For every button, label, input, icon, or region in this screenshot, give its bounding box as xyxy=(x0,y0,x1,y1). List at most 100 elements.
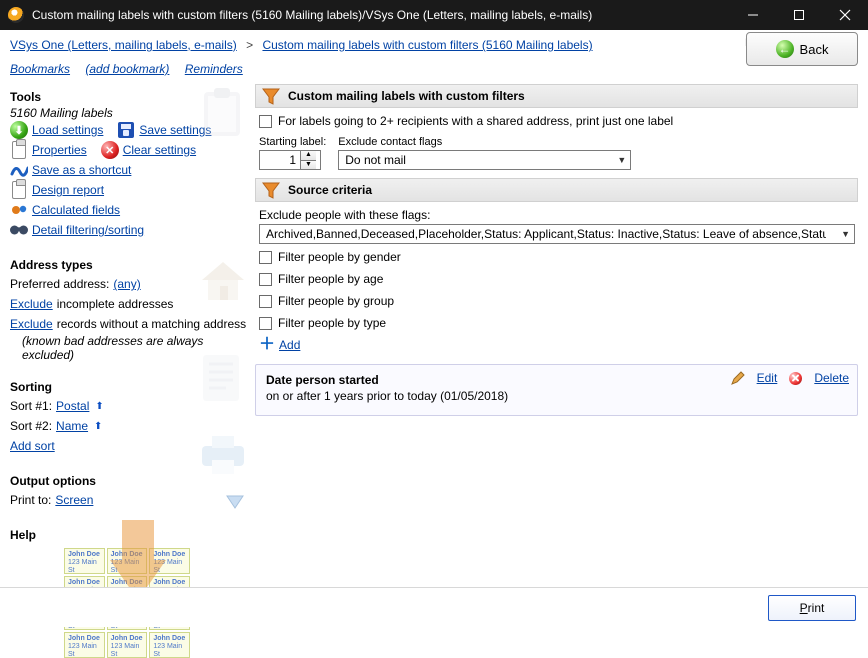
exclude-contact-label: Exclude contact flags xyxy=(338,136,631,148)
print-button-label-rest: rint xyxy=(808,601,825,615)
binoculars-icon xyxy=(10,221,28,239)
plus-icon: ＋ xyxy=(259,339,275,351)
calc-icon xyxy=(10,201,28,219)
pencil-icon xyxy=(731,371,745,385)
criteria-panel: Edit Delete Date person started on or af… xyxy=(255,364,858,416)
starting-label-input[interactable] xyxy=(260,151,300,169)
breadcrumb-sep: > xyxy=(246,38,253,52)
add-filter-link[interactable]: ＋ Add xyxy=(259,338,858,352)
exclude-flags-value: Archived,Banned,Deceased,Placeholder,Sta… xyxy=(266,227,826,241)
funnel-icon xyxy=(262,87,280,105)
dropdown-triangle-icon[interactable] xyxy=(225,494,245,510)
label-sample: John Doe123 Main StTroy,NY 12180 xyxy=(64,632,105,658)
exclude-flags-select[interactable]: Archived,Banned,Deceased,Placeholder,Sta… xyxy=(259,224,855,244)
breadcrumb-root[interactable]: VSys One (Letters, mailing labels, e-mai… xyxy=(10,38,237,52)
shared-address-label: For labels going to 2+ recipients with a… xyxy=(278,114,673,128)
maximize-button[interactable] xyxy=(776,0,822,30)
edit-link[interactable]: Edit xyxy=(757,371,778,385)
exclude-incomplete-link[interactable]: Exclude xyxy=(10,297,53,311)
sort2-value[interactable]: Name xyxy=(56,419,88,433)
filter-checkbox[interactable] xyxy=(259,273,272,286)
pref-address-value[interactable]: (any) xyxy=(113,277,140,291)
back-button[interactable]: ← Back xyxy=(746,32,858,66)
secondary-links: Bookmarks (add bookmark) Reminders xyxy=(0,60,868,82)
funnel-icon xyxy=(262,181,280,199)
delete-link[interactable]: Delete xyxy=(814,371,849,385)
properties-link[interactable]: Properties xyxy=(32,143,87,157)
add-filter-label: Add xyxy=(279,338,300,352)
titlebar: Custom mailing labels with custom filter… xyxy=(0,0,868,30)
save-icon xyxy=(117,121,135,139)
exclude-incomplete-text: incomplete addresses xyxy=(57,297,174,311)
clipboard-bg-icon xyxy=(200,86,244,140)
print-to-label: Print to: xyxy=(10,493,51,507)
print-to-value[interactable]: Screen xyxy=(55,493,93,507)
sort2-up-icon[interactable]: ⬆ xyxy=(94,421,102,432)
output-header: Output options xyxy=(10,474,249,488)
clear-settings-link[interactable]: Clear settings xyxy=(123,143,196,157)
back-arrow-icon: ← xyxy=(776,40,794,58)
sort1-value[interactable]: Postal xyxy=(56,399,89,413)
filter-checkbox[interactable] xyxy=(259,295,272,308)
label-sample: John Doe123 Main StTroy,NY 12180 xyxy=(64,548,105,574)
label-sample: John Doe123 Main StTroy,NY 12180 xyxy=(107,632,148,658)
print-button[interactable]: Print xyxy=(768,595,856,621)
filter-label: Filter people by type xyxy=(278,316,386,330)
design-report-link[interactable]: Design report xyxy=(32,183,104,197)
breadcrumb-current[interactable]: Custom mailing labels with custom filter… xyxy=(262,38,592,52)
delete-icon xyxy=(789,372,802,385)
starting-label-spinner[interactable]: ▲▼ xyxy=(259,150,321,170)
app-icon xyxy=(8,7,24,23)
save-shortcut-link[interactable]: Save as a shortcut xyxy=(32,163,131,177)
label-sample: John Doe123 Main StTroy,NY 12180 xyxy=(149,632,190,658)
reminders-link[interactable]: Reminders xyxy=(185,62,243,76)
close-button[interactable] xyxy=(822,0,868,30)
printer-bg-icon xyxy=(198,434,248,476)
filter-label: Filter people by gender xyxy=(278,250,401,264)
chevron-down-icon: ▼ xyxy=(617,155,626,165)
source-criteria-bar: Source criteria xyxy=(255,178,858,202)
calculated-fields-link[interactable]: Calculated fields xyxy=(32,203,120,217)
footer: Print xyxy=(0,587,868,627)
starting-label-label: Starting label: xyxy=(259,136,326,148)
properties-icon xyxy=(10,141,28,159)
document-bg-icon xyxy=(200,352,242,404)
breadcrumb-bar: VSys One (Letters, mailing labels, e-mai… xyxy=(0,30,868,60)
add-sort-link[interactable]: Add sort xyxy=(10,439,55,453)
filter-label: Filter people by age xyxy=(278,272,383,286)
clear-icon: ✕ xyxy=(101,141,119,159)
chevron-down-icon: ▼ xyxy=(841,229,850,239)
load-icon: ⬇ xyxy=(10,121,28,139)
source-criteria-title: Source criteria xyxy=(288,183,372,197)
add-bookmark-link[interactable]: (add bookmark) xyxy=(85,62,169,76)
exclude-contact-select[interactable]: Do not mail ▼ xyxy=(338,150,631,170)
exclude-contact-value: Do not mail xyxy=(345,153,406,167)
spin-up[interactable]: ▲ xyxy=(300,151,316,160)
filter-checkbox[interactable] xyxy=(259,251,272,264)
spin-down[interactable]: ▼ xyxy=(300,160,316,169)
sort1-up-icon[interactable]: ⬆ xyxy=(95,401,103,412)
sort2-label: Sort #2: xyxy=(10,419,52,433)
main-panel: Custom mailing labels with custom filter… xyxy=(253,82,868,627)
exclude-nomatch-text: records without a matching address xyxy=(57,317,246,331)
panel-desc: on or after 1 years prior to today (01/0… xyxy=(266,389,847,403)
breadcrumb: VSys One (Letters, mailing labels, e-mai… xyxy=(10,38,593,52)
detail-filter-link[interactable]: Detail filtering/sorting xyxy=(32,223,144,237)
filter-checkbox[interactable] xyxy=(259,317,272,330)
left-panel: Tools 5160 Mailing labels ⬇ Load setting… xyxy=(0,82,253,627)
load-settings-link[interactable]: Load settings xyxy=(32,123,103,137)
bookmarks-link[interactable]: Bookmarks xyxy=(10,62,70,76)
pref-address-label: Preferred address: xyxy=(10,277,109,291)
exclude-flags-label: Exclude people with these flags: xyxy=(259,208,858,222)
shortcut-icon xyxy=(10,161,28,179)
shared-address-checkbox[interactable] xyxy=(259,115,272,128)
exclude-nomatch-link[interactable]: Exclude xyxy=(10,317,53,331)
house-bg-icon xyxy=(200,258,246,304)
window-title: Custom mailing labels with custom filter… xyxy=(32,8,730,22)
sort1-label: Sort #1: xyxy=(10,399,52,413)
back-button-label: Back xyxy=(800,42,829,57)
filter-label: Filter people by group xyxy=(278,294,394,308)
design-icon xyxy=(10,181,28,199)
minimize-button[interactable] xyxy=(730,0,776,30)
main-title: Custom mailing labels with custom filter… xyxy=(288,89,525,103)
